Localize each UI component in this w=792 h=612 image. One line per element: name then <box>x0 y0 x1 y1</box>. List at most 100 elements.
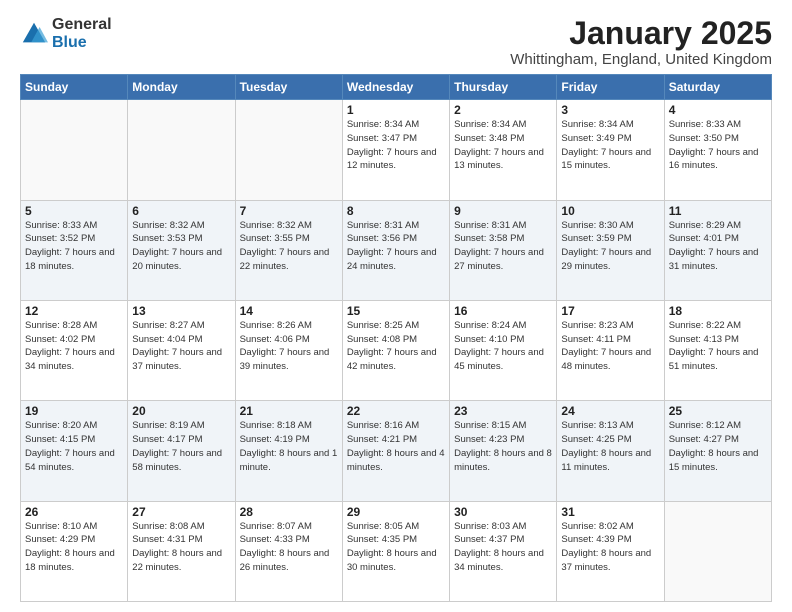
day-number: 15 <box>347 304 445 318</box>
day-info: Sunrise: 8:32 AM Sunset: 3:53 PM Dayligh… <box>132 219 230 274</box>
header-sunday: Sunday <box>21 75 128 100</box>
calendar-day-cell: 22Sunrise: 8:16 AM Sunset: 4:21 PM Dayli… <box>342 401 449 501</box>
day-info: Sunrise: 8:29 AM Sunset: 4:01 PM Dayligh… <box>669 219 767 274</box>
day-number: 1 <box>347 103 445 117</box>
logo: General Blue <box>20 16 112 51</box>
logo-blue-label: Blue <box>52 34 112 52</box>
day-number: 19 <box>25 404 123 418</box>
month-year-title: January 2025 <box>510 16 772 51</box>
header-thursday: Thursday <box>450 75 557 100</box>
calendar-day-cell: 7Sunrise: 8:32 AM Sunset: 3:55 PM Daylig… <box>235 200 342 300</box>
day-info: Sunrise: 8:22 AM Sunset: 4:13 PM Dayligh… <box>669 319 767 374</box>
day-info: Sunrise: 8:28 AM Sunset: 4:02 PM Dayligh… <box>25 319 123 374</box>
day-number: 31 <box>561 505 659 519</box>
calendar-day-cell: 23Sunrise: 8:15 AM Sunset: 4:23 PM Dayli… <box>450 401 557 501</box>
calendar-day-cell: 27Sunrise: 8:08 AM Sunset: 4:31 PM Dayli… <box>128 501 235 601</box>
day-number: 10 <box>561 204 659 218</box>
day-number: 29 <box>347 505 445 519</box>
calendar-day-cell: 18Sunrise: 8:22 AM Sunset: 4:13 PM Dayli… <box>664 300 771 400</box>
day-number: 25 <box>669 404 767 418</box>
day-info: Sunrise: 8:03 AM Sunset: 4:37 PM Dayligh… <box>454 520 552 575</box>
day-number: 4 <box>669 103 767 117</box>
header-wednesday: Wednesday <box>342 75 449 100</box>
calendar-day-cell: 28Sunrise: 8:07 AM Sunset: 4:33 PM Dayli… <box>235 501 342 601</box>
calendar-week-row: 19Sunrise: 8:20 AM Sunset: 4:15 PM Dayli… <box>21 401 772 501</box>
calendar-day-cell: 16Sunrise: 8:24 AM Sunset: 4:10 PM Dayli… <box>450 300 557 400</box>
calendar-day-cell: 6Sunrise: 8:32 AM Sunset: 3:53 PM Daylig… <box>128 200 235 300</box>
calendar-day-cell: 20Sunrise: 8:19 AM Sunset: 4:17 PM Dayli… <box>128 401 235 501</box>
day-number: 2 <box>454 103 552 117</box>
day-info: Sunrise: 8:32 AM Sunset: 3:55 PM Dayligh… <box>240 219 338 274</box>
day-info: Sunrise: 8:34 AM Sunset: 3:47 PM Dayligh… <box>347 118 445 173</box>
day-number: 20 <box>132 404 230 418</box>
day-number: 22 <box>347 404 445 418</box>
day-number: 3 <box>561 103 659 117</box>
calendar-day-cell: 17Sunrise: 8:23 AM Sunset: 4:11 PM Dayli… <box>557 300 664 400</box>
calendar-week-row: 5Sunrise: 8:33 AM Sunset: 3:52 PM Daylig… <box>21 200 772 300</box>
day-number: 6 <box>132 204 230 218</box>
calendar-week-row: 1Sunrise: 8:34 AM Sunset: 3:47 PM Daylig… <box>21 100 772 200</box>
calendar-day-cell: 10Sunrise: 8:30 AM Sunset: 3:59 PM Dayli… <box>557 200 664 300</box>
header-friday: Friday <box>557 75 664 100</box>
day-info: Sunrise: 8:05 AM Sunset: 4:35 PM Dayligh… <box>347 520 445 575</box>
day-number: 5 <box>25 204 123 218</box>
calendar-day-cell: 14Sunrise: 8:26 AM Sunset: 4:06 PM Dayli… <box>235 300 342 400</box>
day-info: Sunrise: 8:33 AM Sunset: 3:52 PM Dayligh… <box>25 219 123 274</box>
day-number: 28 <box>240 505 338 519</box>
calendar-day-cell: 11Sunrise: 8:29 AM Sunset: 4:01 PM Dayli… <box>664 200 771 300</box>
calendar-day-cell: 2Sunrise: 8:34 AM Sunset: 3:48 PM Daylig… <box>450 100 557 200</box>
logo-general-label: General <box>52 16 112 34</box>
header-monday: Monday <box>128 75 235 100</box>
day-number: 16 <box>454 304 552 318</box>
day-info: Sunrise: 8:25 AM Sunset: 4:08 PM Dayligh… <box>347 319 445 374</box>
logo-icon <box>20 20 48 48</box>
day-number: 17 <box>561 304 659 318</box>
day-number: 9 <box>454 204 552 218</box>
day-info: Sunrise: 8:20 AM Sunset: 4:15 PM Dayligh… <box>25 419 123 474</box>
day-info: Sunrise: 8:23 AM Sunset: 4:11 PM Dayligh… <box>561 319 659 374</box>
calendar-day-cell: 31Sunrise: 8:02 AM Sunset: 4:39 PM Dayli… <box>557 501 664 601</box>
calendar-week-row: 12Sunrise: 8:28 AM Sunset: 4:02 PM Dayli… <box>21 300 772 400</box>
calendar-day-cell: 1Sunrise: 8:34 AM Sunset: 3:47 PM Daylig… <box>342 100 449 200</box>
day-number: 18 <box>669 304 767 318</box>
day-number: 12 <box>25 304 123 318</box>
day-number: 11 <box>669 204 767 218</box>
day-info: Sunrise: 8:34 AM Sunset: 3:48 PM Dayligh… <box>454 118 552 173</box>
calendar-day-cell: 19Sunrise: 8:20 AM Sunset: 4:15 PM Dayli… <box>21 401 128 501</box>
day-info: Sunrise: 8:18 AM Sunset: 4:19 PM Dayligh… <box>240 419 338 474</box>
day-info: Sunrise: 8:31 AM Sunset: 3:56 PM Dayligh… <box>347 219 445 274</box>
header: General Blue January 2025 Whittingham, E… <box>20 16 772 68</box>
calendar-day-cell <box>21 100 128 200</box>
calendar-day-cell: 30Sunrise: 8:03 AM Sunset: 4:37 PM Dayli… <box>450 501 557 601</box>
page: General Blue January 2025 Whittingham, E… <box>0 0 792 612</box>
calendar-day-cell: 21Sunrise: 8:18 AM Sunset: 4:19 PM Dayli… <box>235 401 342 501</box>
day-number: 7 <box>240 204 338 218</box>
calendar-week-row: 26Sunrise: 8:10 AM Sunset: 4:29 PM Dayli… <box>21 501 772 601</box>
day-info: Sunrise: 8:33 AM Sunset: 3:50 PM Dayligh… <box>669 118 767 173</box>
day-info: Sunrise: 8:26 AM Sunset: 4:06 PM Dayligh… <box>240 319 338 374</box>
calendar-day-cell: 25Sunrise: 8:12 AM Sunset: 4:27 PM Dayli… <box>664 401 771 501</box>
title-block: January 2025 Whittingham, England, Unite… <box>510 16 772 68</box>
day-info: Sunrise: 8:10 AM Sunset: 4:29 PM Dayligh… <box>25 520 123 575</box>
header-tuesday: Tuesday <box>235 75 342 100</box>
calendar-day-cell: 12Sunrise: 8:28 AM Sunset: 4:02 PM Dayli… <box>21 300 128 400</box>
day-info: Sunrise: 8:13 AM Sunset: 4:25 PM Dayligh… <box>561 419 659 474</box>
weekday-header-row: Sunday Monday Tuesday Wednesday Thursday… <box>21 75 772 100</box>
calendar-day-cell: 5Sunrise: 8:33 AM Sunset: 3:52 PM Daylig… <box>21 200 128 300</box>
day-info: Sunrise: 8:24 AM Sunset: 4:10 PM Dayligh… <box>454 319 552 374</box>
day-info: Sunrise: 8:31 AM Sunset: 3:58 PM Dayligh… <box>454 219 552 274</box>
calendar-day-cell <box>235 100 342 200</box>
day-number: 30 <box>454 505 552 519</box>
day-number: 26 <box>25 505 123 519</box>
calendar-day-cell: 9Sunrise: 8:31 AM Sunset: 3:58 PM Daylig… <box>450 200 557 300</box>
calendar-day-cell: 3Sunrise: 8:34 AM Sunset: 3:49 PM Daylig… <box>557 100 664 200</box>
calendar-day-cell: 8Sunrise: 8:31 AM Sunset: 3:56 PM Daylig… <box>342 200 449 300</box>
day-number: 14 <box>240 304 338 318</box>
day-info: Sunrise: 8:27 AM Sunset: 4:04 PM Dayligh… <box>132 319 230 374</box>
day-number: 21 <box>240 404 338 418</box>
day-info: Sunrise: 8:16 AM Sunset: 4:21 PM Dayligh… <box>347 419 445 474</box>
day-info: Sunrise: 8:12 AM Sunset: 4:27 PM Dayligh… <box>669 419 767 474</box>
header-saturday: Saturday <box>664 75 771 100</box>
calendar-day-cell: 26Sunrise: 8:10 AM Sunset: 4:29 PM Dayli… <box>21 501 128 601</box>
calendar-day-cell <box>128 100 235 200</box>
